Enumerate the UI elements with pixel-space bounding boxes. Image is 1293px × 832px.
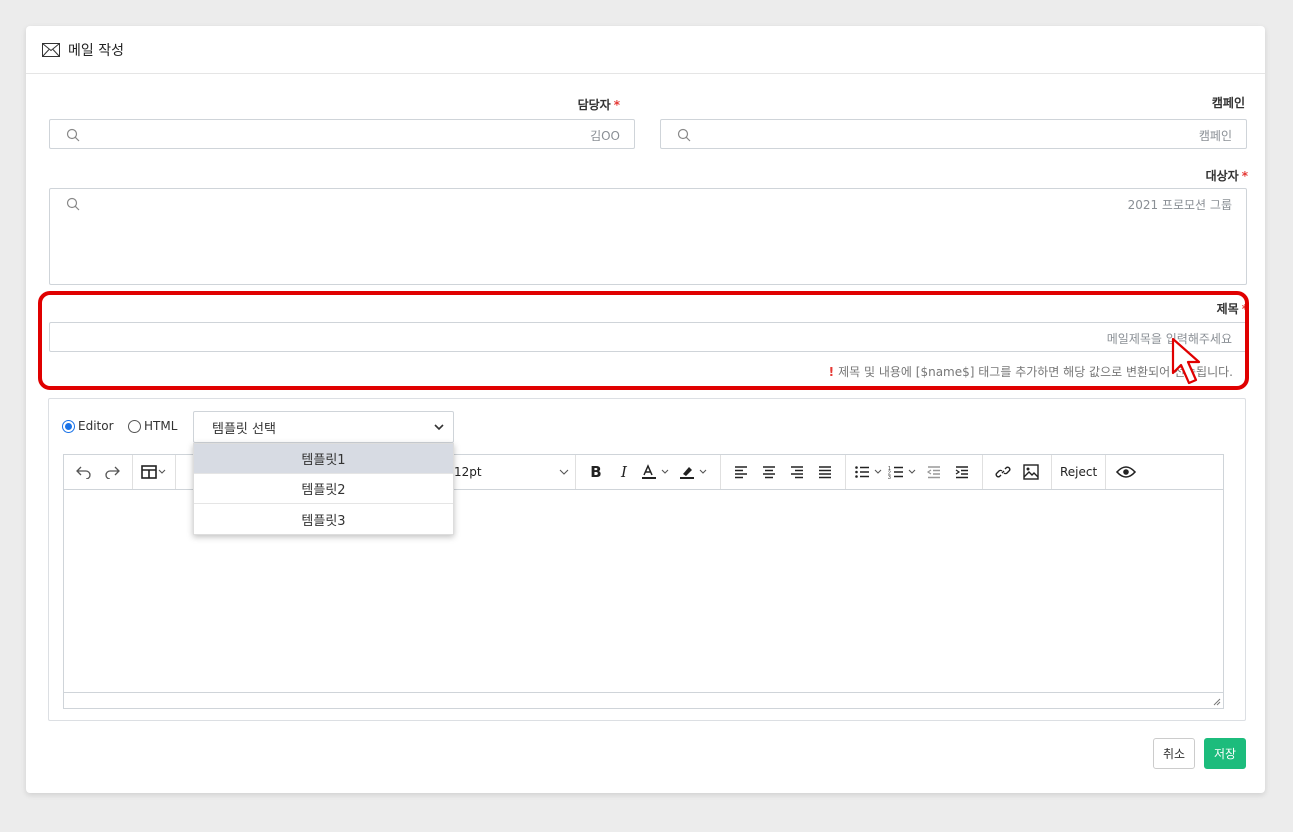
align-right-icon[interactable] (785, 459, 809, 485)
table-icon[interactable] (141, 459, 167, 485)
manager-field[interactable]: 김OO (49, 119, 635, 149)
bullet-list-icon[interactable] (854, 459, 884, 485)
image-icon[interactable] (1019, 459, 1043, 485)
campaign-value: 캠페인 (1198, 129, 1232, 143)
insert-group (983, 455, 1052, 489)
chevron-down-icon (559, 469, 569, 475)
campaign-field[interactable]: 캠페인 (660, 119, 1247, 149)
align-group (721, 455, 846, 489)
manager-label: 담당자 * (577, 98, 620, 112)
align-center-icon[interactable] (757, 459, 781, 485)
required-mark: * (1241, 169, 1248, 183)
cancel-button[interactable]: 취소 (1153, 738, 1195, 769)
mail-compose-card: 메일 작성 담당자 * 김OO 캠페인 캠페인 대상자 * 2021 프로모션 그룹… (26, 26, 1265, 793)
mode-html[interactable]: HTML (128, 419, 177, 433)
bold-icon[interactable]: B (584, 459, 608, 485)
search-icon (677, 128, 691, 142)
subject-highlight-box (38, 291, 1249, 390)
mode-editor[interactable]: Editor (62, 419, 114, 433)
editor-radio[interactable] (62, 419, 75, 433)
template-dropdown: 템플릿1 템플릿2 템플릿3 (193, 443, 454, 535)
template-option-1[interactable]: 템플릿1 (194, 444, 453, 474)
save-button[interactable]: 저장 (1204, 738, 1246, 769)
history-group (64, 455, 133, 489)
target-value: 2021 프로모션 그룹 (1127, 198, 1232, 212)
manager-value: 김OO (590, 129, 620, 143)
chevron-down-icon (434, 424, 444, 431)
search-icon (66, 128, 80, 142)
italic-icon[interactable]: I (612, 459, 636, 485)
html-radio[interactable] (128, 419, 141, 433)
svg-text:3: 3 (888, 475, 891, 479)
highlight-color-icon[interactable] (678, 459, 712, 485)
undo-icon[interactable] (72, 459, 96, 485)
align-left-icon[interactable] (729, 459, 753, 485)
mouse-cursor-icon (1171, 337, 1201, 385)
template-select[interactable]: 템플릿 선택 (193, 411, 454, 443)
reject-group: Reject (1052, 455, 1107, 489)
template-option-3[interactable]: 템플릿3 (194, 504, 453, 534)
required-mark: * (613, 98, 620, 112)
template-option-2[interactable]: 템플릿2 (194, 474, 453, 504)
reject-button[interactable]: Reject (1060, 459, 1097, 485)
format-group: B I (576, 455, 721, 489)
redo-icon[interactable] (100, 459, 124, 485)
page-title: 메일 작성 (68, 42, 124, 59)
text-color-icon[interactable] (640, 459, 674, 485)
align-justify-icon[interactable] (813, 459, 837, 485)
target-label: 대상자 * (1205, 169, 1248, 183)
list-group: 123 (846, 455, 983, 489)
numbered-list-icon[interactable]: 123 (888, 459, 918, 485)
editor-status-bar (64, 692, 1223, 708)
search-icon (66, 197, 80, 211)
resize-handle-icon[interactable] (1211, 696, 1221, 706)
outdent-icon[interactable] (922, 459, 946, 485)
mail-icon (42, 42, 60, 57)
table-group (133, 455, 176, 489)
preview-eye-icon[interactable] (1114, 459, 1138, 485)
campaign-label: 캠페인 (1211, 96, 1245, 110)
target-field[interactable]: 2021 프로모션 그룹 (49, 188, 1247, 285)
font-size-select[interactable]: 12pt (448, 455, 576, 489)
card-header: 메일 작성 (26, 26, 1265, 74)
link-icon[interactable] (991, 459, 1015, 485)
indent-icon[interactable] (950, 459, 974, 485)
preview-group (1106, 455, 1146, 489)
